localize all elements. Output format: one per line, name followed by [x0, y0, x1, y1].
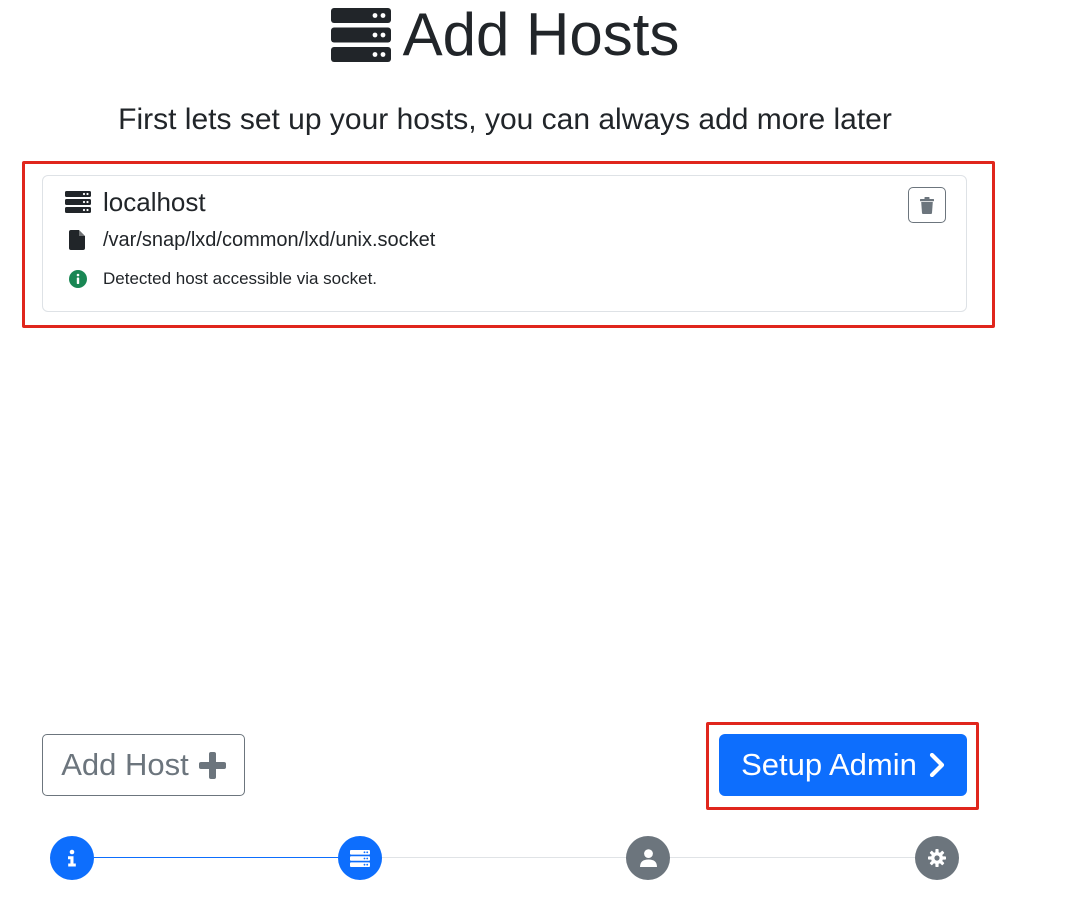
gear-icon	[928, 849, 946, 867]
server-icon	[65, 191, 91, 213]
socket-path-row: /var/snap/lxd/common/lxd/unix.socket	[65, 227, 435, 253]
file-icon	[69, 230, 85, 250]
chevron-right-icon	[929, 753, 944, 777]
server-icon	[350, 849, 370, 867]
page-title: Add Hosts	[402, 1, 680, 68]
status-row: Detected host accessible via socket.	[65, 267, 377, 291]
step-settings[interactable]	[915, 836, 959, 880]
add-host-button[interactable]: Add Host	[42, 734, 245, 796]
host-name: localhost	[103, 186, 206, 217]
page-subtitle: First lets set up your hosts, you can al…	[118, 103, 892, 136]
setup-admin-label: Setup Admin	[741, 747, 917, 782]
server-icon	[330, 8, 391, 62]
step-info[interactable]	[50, 836, 94, 880]
page-header: Add Hosts	[0, 0, 1010, 70]
setup-stepper	[0, 836, 1066, 880]
info-circle-icon	[69, 270, 87, 288]
user-icon	[639, 849, 657, 867]
add-host-label: Add Host	[61, 747, 189, 782]
info-icon	[68, 849, 76, 867]
setup-admin-button[interactable]: Setup Admin	[719, 734, 967, 796]
host-name-row: localhost	[65, 186, 206, 218]
plus-icon	[198, 751, 226, 779]
delete-host-button[interactable]	[908, 187, 946, 223]
stepper-line-completed	[94, 857, 338, 858]
host-card: localhost /var/snap/lxd/common/lxd/unix.…	[42, 175, 967, 312]
host-status-message: Detected host accessible via socket.	[103, 269, 378, 288]
step-hosts[interactable]	[338, 836, 382, 880]
step-admin[interactable]	[626, 836, 670, 880]
trash-icon	[920, 196, 934, 214]
socket-path: /var/snap/lxd/common/lxd/unix.socket	[103, 228, 436, 251]
